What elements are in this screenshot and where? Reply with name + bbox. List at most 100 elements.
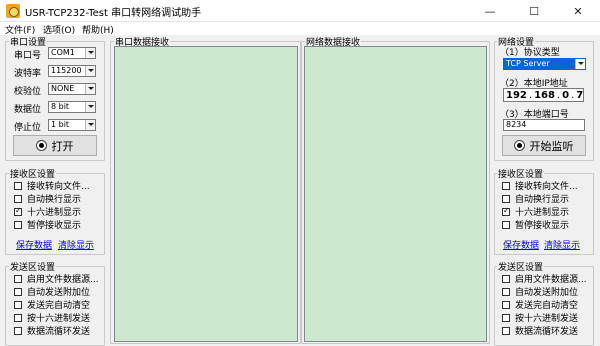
right-receive-option[interactable]: 十六进制显示 <box>502 205 578 218</box>
right-clear-display-link[interactable]: 清除显示 <box>544 238 580 251</box>
left-save-data-link[interactable]: 保存数据 <box>16 238 52 251</box>
left-send-option[interactable]: 数据流循环发送 <box>14 324 99 337</box>
option-label: 启用文件数据源... <box>515 275 587 285</box>
option-label: 十六进制显示 <box>515 208 570 218</box>
parity-label: 校验位 <box>14 87 42 97</box>
checkbox[interactable] <box>14 326 22 335</box>
option-label: 自动发送附加位 <box>515 288 579 298</box>
option-label: 按十六进制发送 <box>515 314 579 324</box>
checkbox[interactable] <box>14 181 22 190</box>
option-label: 暂停接收显示 <box>27 221 82 231</box>
databits-select[interactable]: 8 bit <box>48 101 96 113</box>
port-label: 串口号 <box>14 51 42 61</box>
protocol-label: （1）协议类型 <box>500 48 560 58</box>
checkbox[interactable] <box>502 194 510 203</box>
databits-label: 数据位 <box>14 105 42 115</box>
start-listen-label: 开始监听 <box>529 139 574 153</box>
left-receive-option[interactable]: 十六进制显示 <box>14 205 90 218</box>
port-select[interactable]: COM1 <box>48 47 96 59</box>
open-port-button[interactable]: 打开 <box>13 135 97 156</box>
left-send-option[interactable]: 启用文件数据源... <box>14 272 99 285</box>
local-ip-input[interactable]: 192. 168. 0. 7 <box>503 88 584 102</box>
baud-select[interactable]: 115200 <box>48 65 96 77</box>
left-send-options: 启用文件数据源... 自动发送附加位 发送完自动清空 按十六进制发送 数据流循环… <box>14 272 99 337</box>
left-send-option[interactable]: 按十六进制发送 <box>14 311 99 324</box>
right-save-data-link[interactable]: 保存数据 <box>503 238 539 251</box>
checkbox[interactable] <box>502 300 510 309</box>
parity-select[interactable]: NONE <box>48 83 96 95</box>
protocol-select[interactable]: TCP Server <box>503 58 586 70</box>
right-send-option[interactable]: 启用文件数据源... <box>502 272 587 285</box>
right-send-option[interactable]: 按十六进制发送 <box>502 311 587 324</box>
menu-help[interactable]: 帮助(H) <box>82 23 114 36</box>
right-receive-option[interactable]: 暂停接收显示 <box>502 218 578 231</box>
checkbox[interactable] <box>502 206 510 216</box>
chevron-down-icon <box>85 120 95 130</box>
chevron-down-icon <box>85 102 95 112</box>
right-receive-option[interactable]: 接收转向文件... <box>502 179 578 192</box>
menu-options[interactable]: 选项(O) <box>43 23 75 36</box>
close-button[interactable]: ✕ <box>556 0 600 22</box>
right-send-option[interactable]: 发送完自动清空 <box>502 298 587 311</box>
left-send-option[interactable]: 自动发送附加位 <box>14 285 99 298</box>
ip-octet: 168 <box>534 89 555 101</box>
stopbits-label: 停止位 <box>14 123 42 133</box>
ip-octet: 0 <box>562 89 570 101</box>
right-receive-options: 接收转向文件... 自动换行显示 十六进制显示 暂停接收显示 <box>502 179 578 231</box>
left-clear-display-link[interactable]: 清除显示 <box>58 238 94 251</box>
option-label: 按十六进制发送 <box>27 314 91 324</box>
chevron-down-icon <box>85 84 95 94</box>
option-label: 暂停接收显示 <box>515 221 570 231</box>
checkbox[interactable] <box>14 194 22 203</box>
checkbox[interactable] <box>14 300 22 309</box>
left-receive-option[interactable]: 暂停接收显示 <box>14 218 90 231</box>
checkbox[interactable] <box>14 206 22 216</box>
title-bar: USR-TCP232-Test 串口转网络调试助手 — ☐ ✕ <box>0 0 600 22</box>
ip-octet: 192 <box>506 89 527 101</box>
option-label: 启用文件数据源... <box>27 275 99 285</box>
checkbox[interactable] <box>14 287 22 296</box>
window-title: USR-TCP232-Test 串口转网络调试助手 <box>25 8 202 19</box>
open-port-label: 打开 <box>51 139 74 153</box>
checkbox[interactable] <box>14 313 22 322</box>
radio-dot-icon <box>514 141 524 150</box>
option-label: 数据流循环发送 <box>27 327 91 337</box>
maximize-button[interactable]: ☐ <box>512 0 556 22</box>
option-label: 自动换行显示 <box>515 195 570 205</box>
baud-label: 波特率 <box>14 69 42 79</box>
checkbox[interactable] <box>502 181 510 190</box>
option-label: 发送完自动清空 <box>27 301 91 311</box>
right-send-option[interactable]: 自动发送附加位 <box>502 285 587 298</box>
local-port-input[interactable]: 8234 <box>503 119 585 131</box>
checkbox[interactable] <box>502 313 510 322</box>
serial-settings-title: 串口设置 <box>9 35 48 48</box>
serial-receive-textarea[interactable] <box>114 46 298 342</box>
checkbox[interactable] <box>14 274 22 283</box>
checkbox[interactable] <box>502 274 510 283</box>
option-label: 发送完自动清空 <box>515 301 579 311</box>
checkbox[interactable] <box>502 326 510 335</box>
option-label: 十六进制显示 <box>27 208 82 218</box>
option-label: 接收转向文件... <box>27 182 90 192</box>
right-send-option[interactable]: 数据流循环发送 <box>502 324 587 337</box>
chevron-down-icon <box>85 66 95 76</box>
chevron-down-icon <box>575 59 585 69</box>
right-receive-option[interactable]: 自动换行显示 <box>502 192 578 205</box>
radio-dot-icon <box>36 141 46 150</box>
option-label: 数据流循环发送 <box>515 327 579 337</box>
checkbox[interactable] <box>502 220 510 229</box>
left-send-option[interactable]: 发送完自动清空 <box>14 298 99 311</box>
app-icon <box>6 4 20 18</box>
left-receive-option[interactable]: 接收转向文件... <box>14 179 90 192</box>
option-label: 自动发送附加位 <box>27 288 91 298</box>
network-receive-textarea[interactable] <box>304 46 487 342</box>
stopbits-select[interactable]: 1 bit <box>48 119 96 131</box>
minimize-button[interactable]: — <box>468 0 512 22</box>
start-listen-button[interactable]: 开始监听 <box>502 135 586 156</box>
checkbox[interactable] <box>502 287 510 296</box>
ip-octet: 7 <box>576 89 584 101</box>
chevron-down-icon <box>85 48 95 58</box>
left-receive-option[interactable]: 自动换行显示 <box>14 192 90 205</box>
option-label: 接收转向文件... <box>515 182 578 192</box>
checkbox[interactable] <box>14 220 22 229</box>
